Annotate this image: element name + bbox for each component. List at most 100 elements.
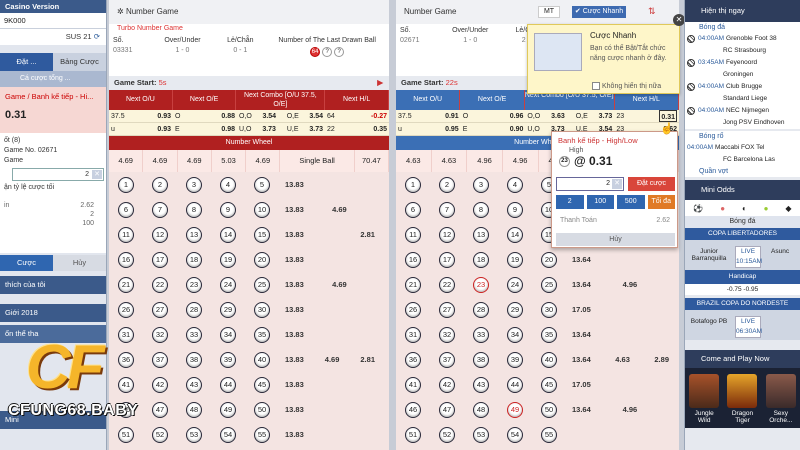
list-item[interactable]: 03:45AM Feyenoord: [685, 57, 800, 69]
list-item[interactable]: RC Strasbourg: [685, 45, 800, 57]
tennis-icon[interactable]: ●: [764, 204, 769, 213]
number-ball[interactable]: 55: [254, 426, 270, 443]
number-ball[interactable]: 14: [220, 226, 236, 243]
list-item[interactable]: Jong PSV Eindhoven: [685, 117, 800, 129]
number-ball[interactable]: 44: [507, 376, 523, 393]
row-odds[interactable]: 13.83: [279, 297, 389, 322]
number-ball[interactable]: 38: [186, 351, 202, 368]
play-icon[interactable]: ▶: [377, 76, 383, 90]
tab-bet-list[interactable]: Bảng Cược: [53, 53, 106, 71]
number-ball[interactable]: 9: [507, 201, 523, 218]
number-ball[interactable]: 24: [507, 276, 523, 293]
odds-row[interactable]: 37.5 0.93 O 0.88 O,O 3.54 O,E 3.54 64 -0.27: [109, 110, 389, 123]
number-ball[interactable]: 50: [254, 401, 270, 418]
number-ball[interactable]: 26: [118, 301, 134, 318]
list-item[interactable]: 04:00AM Grenoble Foot 38: [685, 33, 800, 45]
number-ball[interactable]: 6: [118, 201, 134, 218]
quick-bet-toggle[interactable]: ✔ Cược Nhanh: [572, 6, 626, 18]
number-ball[interactable]: 48: [186, 401, 202, 418]
game-dragon-tiger[interactable]: Dragon Tiger: [726, 374, 758, 424]
number-ball[interactable]: 43: [473, 376, 489, 393]
number-ball[interactable]: 35: [541, 326, 557, 343]
tennis-label[interactable]: Quần vợt: [685, 166, 800, 177]
number-ball[interactable]: 21: [405, 276, 421, 293]
row-odds[interactable]: 13.83 2.81: [279, 222, 389, 247]
row-odds[interactable]: 13.64: [566, 322, 679, 347]
row-odds[interactable]: 13.83 4.69: [279, 272, 389, 297]
number-ball[interactable]: 23: [473, 276, 489, 293]
game-jungle-wild[interactable]: Jungle Wild: [688, 374, 720, 424]
game-sexy[interactable]: Sexy Orche...: [765, 374, 797, 424]
number-ball[interactable]: 13: [473, 226, 489, 243]
stake-max-button[interactable]: Tối đa: [647, 195, 675, 209]
number-ball[interactable]: 13: [186, 226, 202, 243]
number-ball[interactable]: 5: [254, 176, 270, 193]
number-ball[interactable]: 45: [254, 376, 270, 393]
number-ball[interactable]: 52: [152, 426, 168, 443]
clear-icon[interactable]: ✕: [612, 179, 622, 189]
odds-row[interactable]: 37.5 0.91 O 0.96 O,O 3.63 O,E 3.73 23 0.31: [396, 110, 679, 123]
list-item[interactable]: 04:00AM NEC Nijmegen: [685, 105, 800, 117]
number-ball[interactable]: 19: [220, 251, 236, 268]
number-ball[interactable]: 3: [473, 176, 489, 193]
dont-show-checkbox[interactable]: Không hiển thị nữa: [592, 82, 661, 90]
cancel-button[interactable]: Hủy: [53, 255, 106, 271]
football-label[interactable]: Bóng đá: [685, 22, 800, 33]
odds-type-select[interactable]: MT: [538, 6, 560, 18]
number-ball[interactable]: 1: [118, 176, 134, 193]
row-odds[interactable]: 17.05: [566, 297, 679, 322]
row-odds[interactable]: 13.64: [566, 247, 679, 272]
number-ball[interactable]: 51: [118, 426, 134, 443]
list-item[interactable]: 04:00AM Maccabi FOX Tel: [685, 142, 800, 154]
row-odds[interactable]: 13.83: [279, 247, 389, 272]
number-ball[interactable]: 20: [254, 251, 270, 268]
number-ball[interactable]: 52: [439, 426, 455, 443]
number-ball[interactable]: 26: [405, 301, 421, 318]
number-ball[interactable]: 16: [405, 251, 421, 268]
number-ball[interactable]: 19: [507, 251, 523, 268]
number-ball[interactable]: 28: [473, 301, 489, 318]
number-ball[interactable]: 27: [439, 301, 455, 318]
auto-accept[interactable]: ận tỷ lệ cược tối: [4, 184, 102, 191]
number-ball[interactable]: 2: [152, 176, 168, 193]
number-ball[interactable]: 49: [507, 401, 523, 418]
number-ball[interactable]: 40: [541, 351, 557, 368]
number-ball[interactable]: 39: [507, 351, 523, 368]
tab-bet[interactable]: Đặt ...: [0, 53, 53, 71]
number-ball[interactable]: 23: [186, 276, 202, 293]
number-ball[interactable]: 50: [541, 401, 557, 418]
number-ball[interactable]: 1: [405, 176, 421, 193]
number-ball[interactable]: 27: [152, 301, 168, 318]
number-ball[interactable]: 17: [439, 251, 455, 268]
row-odds[interactable]: 13.83 4.69: [279, 197, 389, 222]
number-ball[interactable]: 21: [118, 276, 134, 293]
number-ball[interactable]: 33: [186, 326, 202, 343]
number-ball[interactable]: 30: [541, 301, 557, 318]
row-odds[interactable]: 13.83: [279, 397, 389, 422]
betslip-stake-input[interactable]: 2 ✕: [556, 177, 624, 191]
basketball-icon[interactable]: ●: [720, 204, 725, 213]
row-odds[interactable]: 13.83: [279, 322, 389, 347]
mini-match[interactable]: Junior Barranquilla LIVE 10:15AM Asunc Ha…: [685, 240, 800, 284]
place-bet-button[interactable]: Đặt cược: [628, 177, 675, 191]
number-ball[interactable]: 53: [186, 426, 202, 443]
list-item[interactable]: FC Barcelona Las: [685, 154, 800, 166]
number-ball[interactable]: 40: [254, 351, 270, 368]
mini-match[interactable]: Botafogo PB LIVE 06:30AM: [685, 310, 800, 340]
number-ball[interactable]: 30: [254, 301, 270, 318]
list-item[interactable]: Standard Liege: [685, 93, 800, 105]
number-ball[interactable]: 16: [118, 251, 134, 268]
stake-2-button[interactable]: 2: [556, 195, 584, 209]
number-ball[interactable]: 3: [186, 176, 202, 193]
number-ball[interactable]: 28: [186, 301, 202, 318]
football-icon[interactable]: ⚽: [693, 204, 703, 213]
number-ball[interactable]: 37: [439, 351, 455, 368]
number-ball[interactable]: 45: [541, 376, 557, 393]
row-odds[interactable]: 13.64 4.63 2.89: [566, 347, 679, 372]
number-ball[interactable]: 12: [439, 226, 455, 243]
list-item[interactable]: 04:00AM Club Brugge: [685, 81, 800, 93]
number-ball[interactable]: 55: [541, 426, 557, 443]
number-ball[interactable]: 12: [152, 226, 168, 243]
number-ball[interactable]: 9: [220, 201, 236, 218]
row-odds[interactable]: 13.83: [279, 422, 389, 447]
